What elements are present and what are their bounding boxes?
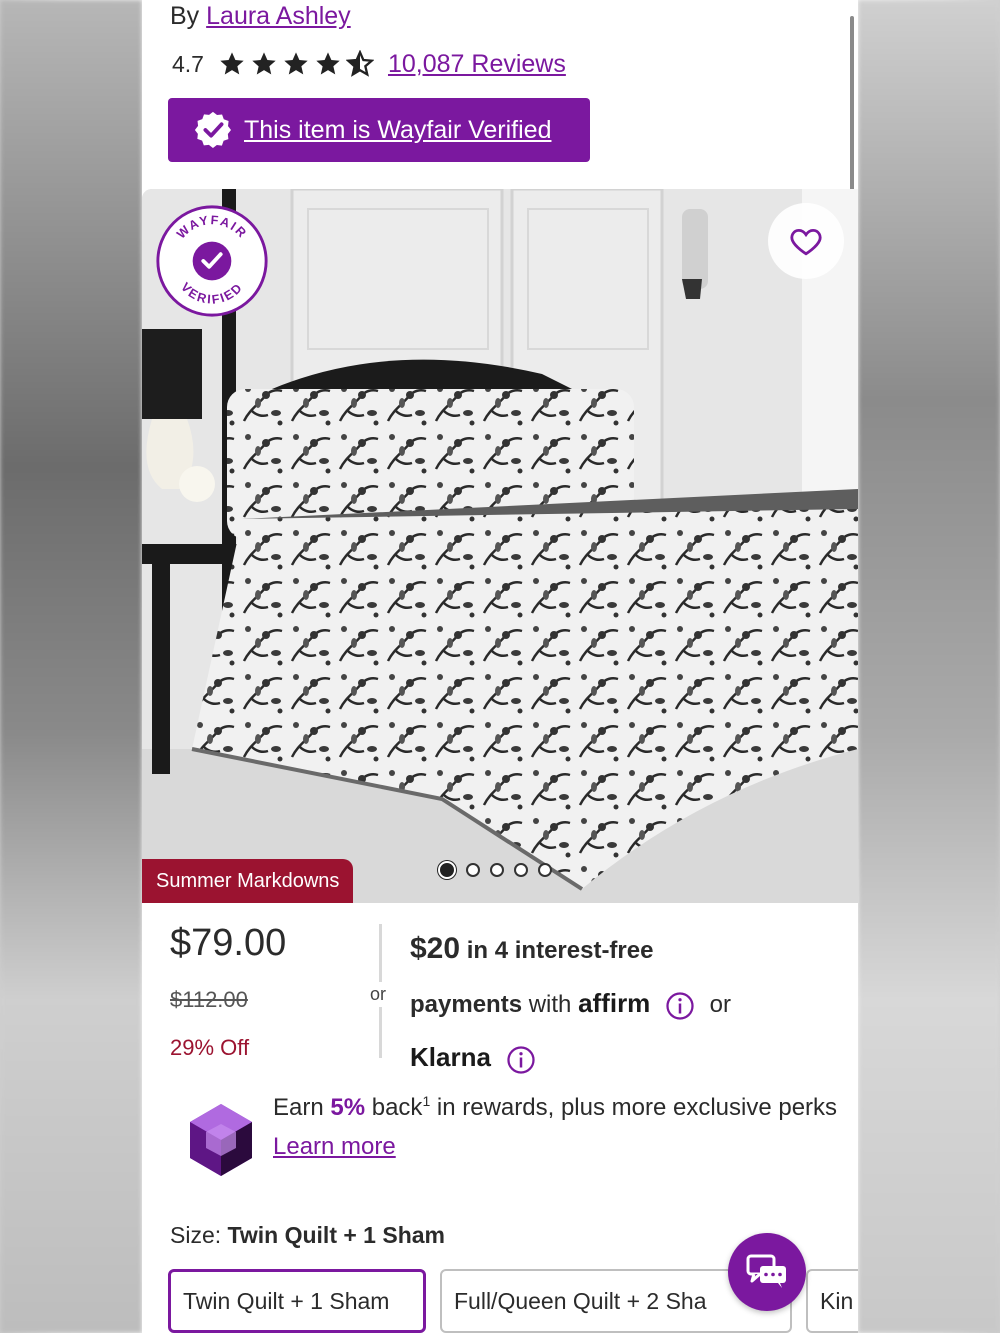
learn-more-link[interactable]: Learn more (273, 1133, 396, 1160)
carousel-dot[interactable] (514, 863, 528, 877)
favorite-button[interactable] (768, 203, 844, 279)
brand-line: By Laura Ashley (170, 2, 351, 31)
rewards-back: back (365, 1094, 423, 1121)
wayfair-verified-badge-icon: WAYFAIR VERIFIED (156, 205, 268, 317)
verified-label: This item is Wayfair Verified (244, 115, 552, 144)
checkmark-badge-icon (194, 111, 232, 149)
size-label: Size: Twin Quilt + 1 Sham (170, 1222, 445, 1249)
rewards-earn: Earn (273, 1094, 331, 1121)
rewards-percent: 5% (330, 1094, 366, 1121)
installment-line: $20 in 4 interest-free (410, 922, 850, 977)
or-label: or (370, 982, 387, 1007)
carousel-dot[interactable] (490, 863, 504, 877)
carousel-dots (438, 861, 552, 879)
heart-icon (790, 228, 822, 256)
klarna-line: Klarna (410, 1031, 850, 1085)
brand-link[interactable]: Laura Ashley (206, 2, 351, 30)
rating-value: 4.7 (172, 50, 204, 77)
star-icon (252, 52, 276, 75)
summer-markdowns-tag: Summer Markdowns (142, 859, 354, 903)
wayfair-verified-button[interactable]: This item is Wayfair Verified (168, 98, 590, 162)
background-blur-left (0, 0, 142, 1333)
chat-button[interactable] (728, 1233, 806, 1311)
discount-label: 29% Off (170, 1035, 250, 1060)
star-icon (220, 52, 244, 75)
affirm-logo: affirm (578, 988, 651, 1018)
info-icon[interactable] (665, 991, 695, 1021)
size-selected-value: Twin Quilt + 1 Sham (227, 1222, 445, 1248)
by-prefix: By (170, 2, 200, 30)
product-page: By Laura Ashley 4.7 10,087 Reviews This … (142, 0, 858, 1333)
half-star-icon (345, 50, 374, 77)
carousel-dot[interactable] (538, 863, 552, 877)
or-word: or (709, 991, 731, 1018)
price-block: $79.00 $112.00 29% Off (170, 922, 286, 1061)
with-word: with (522, 991, 579, 1018)
payments-line: payments with affirm or (410, 977, 850, 1031)
installment-amount: $20 (410, 932, 461, 965)
financing-info: $20 in 4 interest-free payments with aff… (410, 922, 850, 1085)
current-price: $79.00 (170, 922, 287, 964)
rating-row: 4.7 10,087 Reviews (172, 48, 566, 80)
size-option-twin[interactable]: Twin Quilt + 1 Sham (168, 1269, 426, 1333)
carousel-dot[interactable] (466, 863, 480, 877)
size-option-king[interactable]: Kin (806, 1269, 858, 1333)
reviews-link[interactable]: 10,087 Reviews (388, 50, 566, 79)
klarna-logo: Klarna (410, 1042, 491, 1072)
background-blur-right (858, 0, 1000, 1333)
rewards-text: Earn 5% back1 in rewards, plus more excl… (273, 1082, 843, 1166)
rewards-rest: in rewards, plus more exclusive perks (430, 1094, 838, 1121)
rewards-gem-icon (190, 1104, 252, 1176)
chat-icon (746, 1254, 786, 1288)
payments-word: payments (410, 991, 523, 1018)
star-rating (218, 50, 374, 78)
info-icon[interactable] (506, 1045, 536, 1075)
installment-text: in 4 interest-free (460, 937, 654, 964)
size-label-prefix: Size: (170, 1222, 228, 1248)
star-icon (316, 52, 340, 75)
star-icon (284, 52, 308, 75)
original-price: $112.00 (170, 987, 248, 1012)
scrollbar[interactable] (850, 16, 854, 206)
product-image-carousel[interactable]: WAYFAIR VERIFIED Summer Markdowns (142, 189, 858, 903)
carousel-dot-active[interactable] (438, 861, 456, 879)
